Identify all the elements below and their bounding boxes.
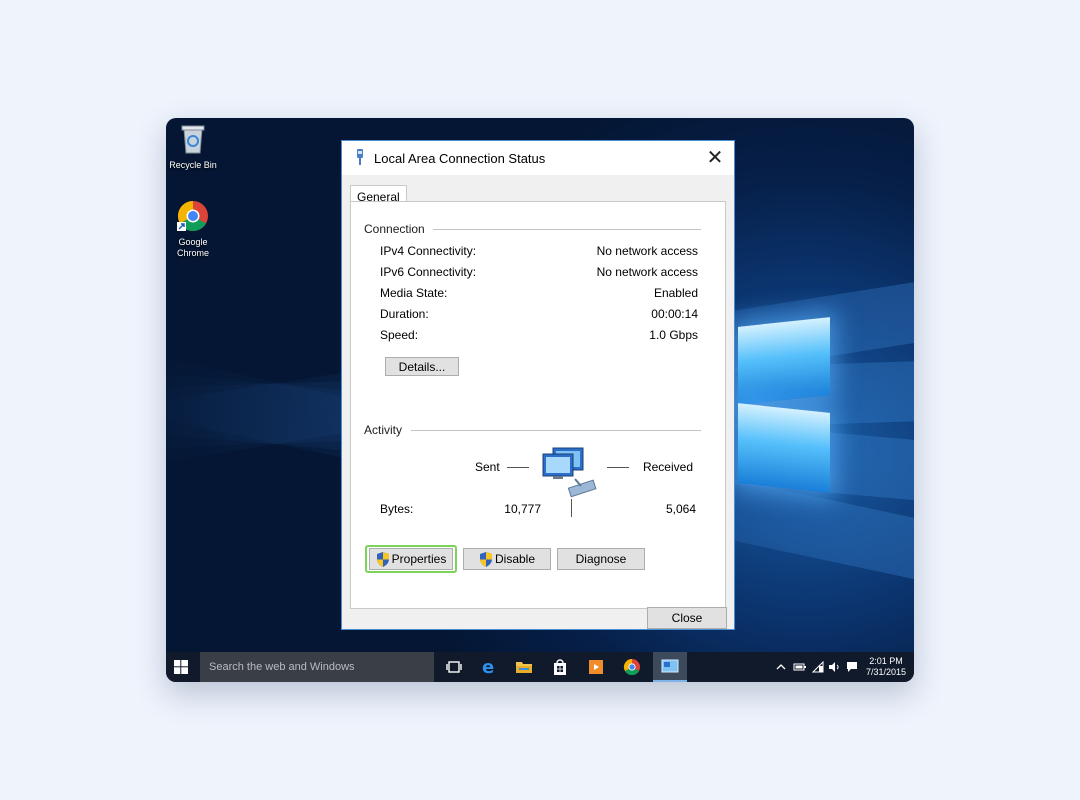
- network-status-window-icon: [661, 659, 679, 673]
- disable-button[interactable]: Disable: [463, 548, 551, 570]
- bytes-received-value: 5,064: [665, 502, 696, 516]
- recycle-bin-icon: [181, 125, 205, 154]
- row-value: No network access: [596, 244, 698, 258]
- file-explorer-icon[interactable]: [514, 657, 534, 677]
- uac-shield-icon: [376, 551, 389, 567]
- desktop-icon-label: Google Chrome: [176, 237, 209, 258]
- bytes-sent-value: 10,777: [504, 502, 541, 516]
- taskbar-clock[interactable]: 2:01 PM 7/31/2015: [866, 656, 906, 678]
- desktop-icon-chrome[interactable]: Google Chrome: [166, 200, 223, 259]
- chevron-up-icon[interactable]: [776, 662, 786, 672]
- received-line: [607, 467, 629, 468]
- desktop-icon-label: Recycle Bin: [169, 160, 217, 170]
- chrome-taskbar-icon[interactable]: [622, 657, 642, 677]
- close-icon[interactable]: ✕: [702, 145, 728, 171]
- network-icon[interactable]: [812, 661, 824, 673]
- activity-group-label: Activity: [364, 423, 411, 437]
- bytes-separator: [571, 499, 572, 517]
- clock-date: 7/31/2015: [865, 667, 906, 677]
- sent-line: [507, 467, 529, 468]
- action-center-icon[interactable]: [846, 661, 858, 673]
- dialog-title: Local Area Connection Status: [374, 151, 546, 166]
- connection-group-label: Connection: [364, 222, 433, 236]
- taskbar-search-input[interactable]: Search the web and Windows: [200, 652, 434, 682]
- row-value: No network access: [596, 265, 698, 279]
- row-value: 00:00:14: [651, 307, 698, 321]
- store-icon[interactable]: [550, 657, 570, 677]
- group-divider: [427, 229, 701, 230]
- info-row-ipv4: IPv4 Connectivity: No network access: [380, 244, 698, 260]
- properties-button[interactable]: Properties: [369, 548, 453, 570]
- taskbar-active-window[interactable]: [653, 652, 687, 682]
- edge-browser-icon[interactable]: e: [479, 657, 499, 677]
- logo-pane: [738, 317, 830, 405]
- general-panel: Connection IPv4 Connectivity: No network…: [350, 201, 726, 609]
- bytes-label: Bytes:: [380, 502, 414, 516]
- disable-button-label: Disable: [494, 552, 536, 566]
- row-key: Speed:: [380, 328, 419, 342]
- logo-pane: [738, 403, 830, 493]
- details-button[interactable]: Details...: [385, 357, 459, 376]
- clock-time: 2:01 PM: [869, 656, 903, 666]
- info-row-media-state: Media State: Enabled: [380, 286, 698, 302]
- desktop-icon-recycle-bin[interactable]: Recycle Bin: [166, 123, 223, 171]
- media-player-icon[interactable]: [586, 657, 606, 677]
- group-divider: [411, 430, 701, 431]
- volume-icon[interactable]: [828, 661, 841, 673]
- row-key: Media State:: [380, 286, 448, 300]
- battery-icon[interactable]: [793, 662, 807, 672]
- info-row-ipv6: IPv6 Connectivity: No network access: [380, 265, 698, 281]
- info-row-duration: Duration: 00:00:14: [380, 307, 698, 323]
- row-value: Enabled: [653, 286, 698, 300]
- received-label: Received: [642, 460, 693, 474]
- taskbar: Search the web and Windows e 2:01 PM 7/3…: [166, 652, 914, 682]
- row-key: IPv6 Connectivity:: [380, 265, 477, 279]
- start-button-icon[interactable]: [174, 660, 188, 674]
- chrome-icon: [177, 201, 208, 232]
- uac-shield-icon: [479, 551, 492, 567]
- dialog-titlebar[interactable]: Local Area Connection Status ✕: [342, 141, 734, 175]
- close-button[interactable]: Close: [647, 607, 727, 629]
- diagnose-button[interactable]: Diagnose: [557, 548, 645, 570]
- row-key: IPv4 Connectivity:: [380, 244, 477, 258]
- windows-logo-wallpaper: [738, 294, 838, 494]
- sent-label: Sent: [475, 460, 500, 474]
- task-view-icon[interactable]: [444, 657, 464, 677]
- row-value: 1.0 Gbps: [649, 328, 698, 342]
- row-key: Duration:: [380, 307, 429, 321]
- desktop-screen: Recycle Bin Google Chrome Local Area Con…: [166, 118, 914, 682]
- network-cable-icon: [357, 149, 363, 165]
- network-computers-icon: [542, 447, 597, 498]
- properties-button-label: Properties: [391, 552, 447, 566]
- info-row-speed: Speed: 1.0 Gbps: [380, 328, 698, 344]
- svg-text:e: e: [482, 657, 494, 677]
- connection-status-dialog: Local Area Connection Status ✕ General C…: [341, 140, 735, 630]
